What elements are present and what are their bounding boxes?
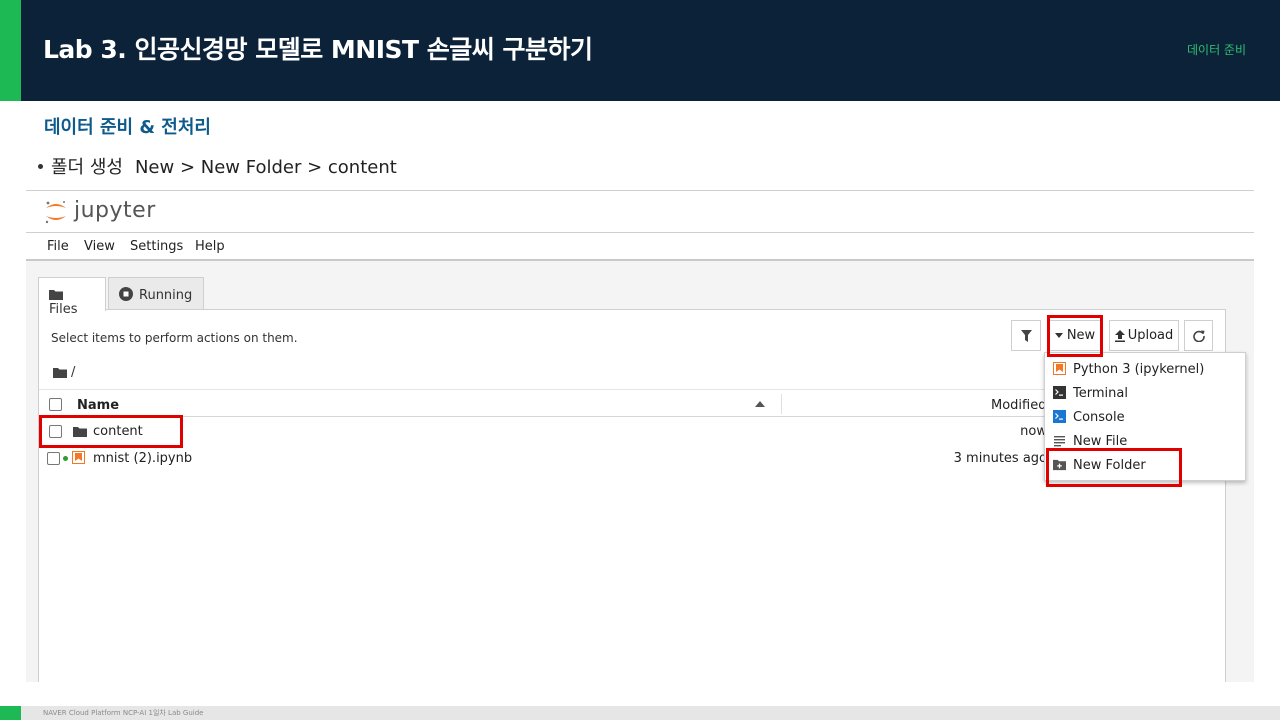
- stop-circle-icon: [119, 287, 133, 301]
- refresh-icon: [1192, 330, 1205, 342]
- menu-settings[interactable]: Settings: [130, 239, 183, 254]
- menu-item-label: Python 3 (ipykernel): [1073, 362, 1205, 377]
- row-checkbox[interactable]: [49, 425, 62, 438]
- upload-icon: [1114, 329, 1125, 342]
- tab-running-label: Running: [139, 288, 193, 303]
- menu-help[interactable]: Help: [195, 239, 225, 254]
- text-file-icon: [1054, 436, 1065, 447]
- notebook-icon: [72, 451, 85, 464]
- section-tag: 데이터 준비: [1186, 43, 1246, 57]
- terminal-icon: [1053, 386, 1066, 399]
- slide-title: Lab 3. 인공신경망 모델로 MNIST 손글씨 구분하기: [43, 35, 593, 64]
- column-divider: [781, 394, 782, 414]
- upload-button[interactable]: Upload: [1109, 320, 1179, 351]
- file-modified: 3 minutes ago: [953, 451, 1047, 466]
- refresh-button[interactable]: [1184, 320, 1213, 351]
- slide-header: Lab 3. 인공신경망 모델로 MNIST 손글씨 구분하기 데이터 준비: [0, 0, 1280, 101]
- instruction-bullet: 폴더 생성 New > New Folder > content: [38, 153, 397, 179]
- file-name[interactable]: content: [93, 424, 143, 439]
- console-icon: [1053, 410, 1066, 423]
- menu-item-new-file[interactable]: New File: [1045, 430, 1245, 454]
- bullet-label: 폴더 생성: [51, 157, 123, 178]
- running-indicator-icon: [63, 456, 68, 461]
- caret-down-icon: [1054, 333, 1063, 338]
- jupyter-screenshot: jupyter File View Settings Help Files Ru…: [26, 190, 1254, 682]
- folder-icon: [53, 368, 67, 378]
- filter-icon: [1020, 329, 1032, 342]
- tab-files-label: Files: [49, 302, 78, 317]
- file-name[interactable]: mnist (2).ipynb: [93, 451, 192, 466]
- breadcrumb-path: /: [71, 365, 76, 380]
- footer-accent-bar: [0, 706, 21, 720]
- tab-running[interactable]: Running: [108, 277, 204, 310]
- menu-item-terminal[interactable]: Terminal: [1045, 382, 1245, 406]
- slide-footer: NAVER Cloud Platform NCP-AI 1일차 Lab Guid…: [0, 706, 1280, 720]
- header-accent-bar: [0, 0, 21, 101]
- menu-view[interactable]: View: [84, 239, 115, 254]
- select-all-checkbox[interactable]: [49, 398, 62, 411]
- menu-item-label: Console: [1073, 410, 1125, 425]
- menu-item-new-folder[interactable]: New Folder: [1045, 454, 1245, 478]
- row-checkbox[interactable]: [47, 452, 60, 465]
- sort-ascending-icon[interactable]: [755, 401, 765, 407]
- file-modified: now: [1020, 424, 1047, 439]
- section-title: 데이터 준비 & 전처리: [44, 117, 211, 138]
- menu-item-label: New Folder: [1073, 458, 1146, 473]
- folder-icon: [73, 427, 87, 437]
- bullet-path: New > New Folder > content: [134, 157, 397, 178]
- new-button[interactable]: New: [1049, 320, 1101, 351]
- new-dropdown-menu: Python 3 (ipykernel) Terminal Console Ne…: [1044, 352, 1246, 481]
- jupyter-topbar: jupyter: [26, 191, 1254, 233]
- upload-button-label: Upload: [1127, 328, 1174, 343]
- column-name[interactable]: Name: [77, 398, 119, 413]
- menu-item-label: New File: [1073, 434, 1128, 449]
- folder-icon: [49, 290, 63, 300]
- filter-button[interactable]: [1011, 320, 1041, 351]
- jupyter-menubar: File View Settings Help: [26, 233, 1254, 261]
- bullet-dot: [38, 163, 43, 169]
- panel-message: Select items to perform actions on them.: [51, 331, 298, 345]
- footer-text: NAVER Cloud Platform NCP-AI 1일차 Lab Guid…: [43, 709, 204, 717]
- notebook-icon: [1053, 362, 1066, 375]
- new-folder-icon: [1053, 459, 1066, 471]
- breadcrumb[interactable]: /: [53, 365, 75, 380]
- slide: Lab 3. 인공신경망 모델로 MNIST 손글씨 구분하기 데이터 준비 데…: [0, 0, 1280, 720]
- menu-item-python3[interactable]: Python 3 (ipykernel): [1045, 358, 1245, 382]
- menu-file[interactable]: File: [47, 239, 69, 254]
- column-modified[interactable]: Modified: [991, 398, 1046, 413]
- jupyter-logo-text: jupyter: [74, 198, 156, 223]
- menu-item-console[interactable]: Console: [1045, 406, 1245, 430]
- menu-item-label: Terminal: [1073, 386, 1128, 401]
- jupyter-logo-icon: [45, 201, 66, 224]
- new-button-label: New: [1066, 328, 1096, 343]
- tab-files[interactable]: Files: [38, 277, 106, 317]
